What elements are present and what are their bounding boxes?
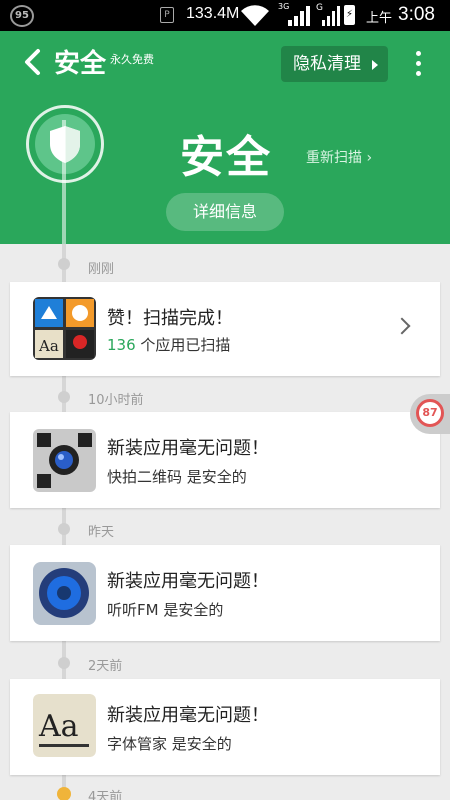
card-title: 赞！扫描完成！ (107, 308, 233, 329)
battery-charging-icon: ⚡ (344, 5, 355, 25)
app-title: 安全 (54, 49, 107, 79)
svg-text:Aa: Aa (38, 709, 79, 744)
network-speed: 133.4M (186, 5, 240, 22)
timeline-dot (58, 258, 70, 270)
security-status: 安全 (180, 132, 272, 183)
scanned-count: 136 (107, 336, 136, 354)
card-subtitle: 快拍二维码 是安全的 (107, 468, 247, 486)
install-result-card[interactable]: Aa 新装应用毫无问题！ 字体管家 是安全的 (10, 679, 440, 775)
caret-right-icon (372, 60, 378, 70)
timeline-time: 2天前 (88, 659, 123, 674)
chevron-right-icon (393, 317, 411, 335)
timeline-dot (58, 657, 70, 669)
card-title: 新装应用毫无问题！ (107, 571, 269, 592)
timeline-dot (58, 523, 70, 535)
timeline-time: 4天前 (88, 790, 123, 800)
signal-icon (288, 6, 310, 26)
timeline-dot-warning (57, 787, 71, 800)
security-header: 安全 永久免费 隐私清理 安全 重新扫描 › 详细信息 (0, 31, 450, 244)
clock: 3:08 (398, 4, 435, 25)
card-title: 新装应用毫无问题！ (107, 438, 269, 459)
status-bar: 95 P 133.4M 3G G ⚡ 上午 3:08 (0, 0, 450, 31)
scanned-text: 个应用已扫描 (140, 336, 231, 354)
qr-camera-icon (33, 429, 96, 492)
time-period: 上午 (366, 11, 393, 26)
memory-float-button[interactable]: 87 (410, 394, 450, 434)
memory-usage-value: 87 (416, 399, 444, 427)
card-subtitle: 136 个应用已扫描 (107, 334, 230, 355)
rescan-link[interactable]: 重新扫描 › (306, 147, 372, 167)
timeline-dot (58, 391, 70, 403)
back-arrow-icon[interactable] (18, 45, 48, 79)
svg-text:Aa: Aa (38, 337, 59, 355)
card-title: 新装应用毫无问题！ (107, 705, 269, 726)
wifi-icon (241, 5, 269, 26)
privacy-clean-label: 隐私清理 (293, 54, 361, 74)
app-subtitle: 永久免费 (110, 53, 154, 66)
more-menu-icon[interactable] (410, 49, 426, 79)
font-aa-icon: Aa (33, 694, 96, 757)
timeline-time: 刚刚 (88, 262, 115, 277)
app-grid-icon: Aa (33, 297, 96, 360)
install-result-card[interactable]: 新装应用毫无问题！ 听听FM 是安全的 (10, 545, 440, 641)
signal-icon-2 (322, 6, 340, 26)
install-result-card[interactable]: 新装应用毫无问题！ 快拍二维码 是安全的 (10, 412, 440, 508)
speaker-icon (33, 562, 96, 625)
timeline-time: 昨天 (88, 525, 115, 540)
scan-result-card[interactable]: Aa 赞！扫描完成！ 136 个应用已扫描 (10, 282, 440, 376)
sim-icon: P (160, 7, 174, 23)
privacy-clean-button[interactable]: 隐私清理 (281, 46, 388, 82)
timeline-time: 10小时前 (88, 393, 144, 408)
card-subtitle: 听听FM 是安全的 (107, 601, 224, 619)
card-subtitle: 字体管家 是安全的 (107, 735, 232, 753)
notification-badge: 95 (10, 5, 34, 27)
detail-info-button[interactable]: 详细信息 (166, 193, 284, 231)
